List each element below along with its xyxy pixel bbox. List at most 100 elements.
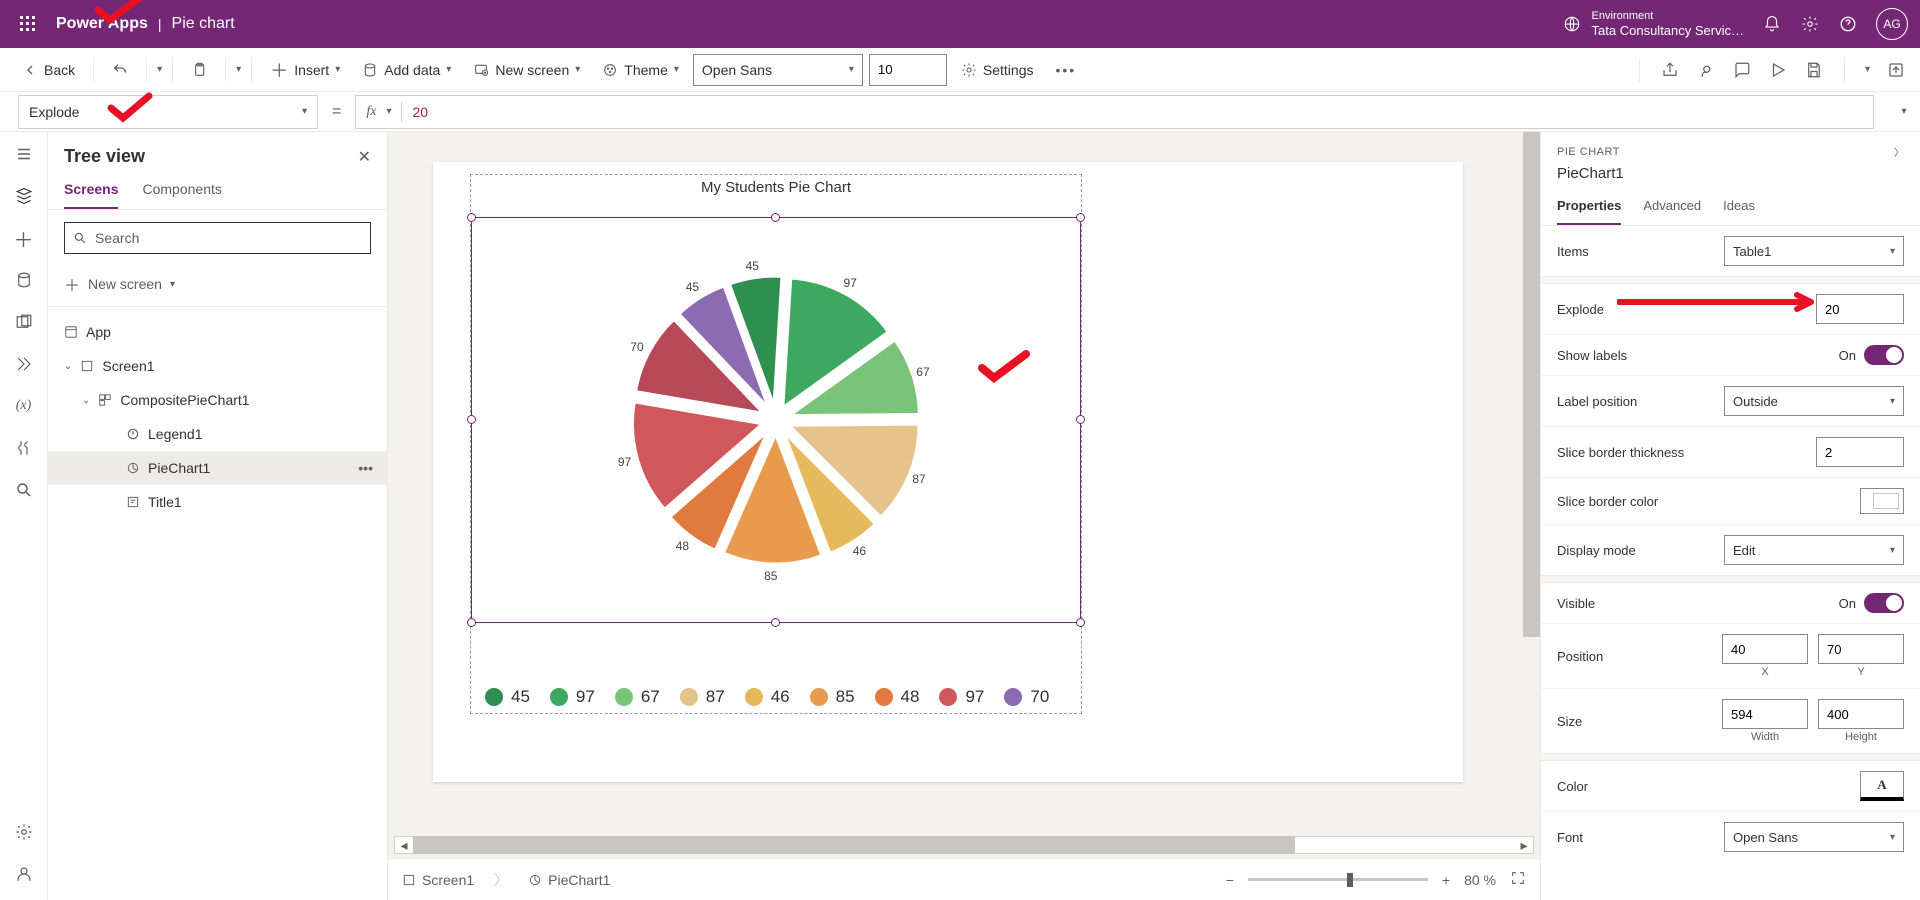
expand-formula-icon[interactable]: ▾	[1888, 106, 1920, 117]
legend-item: 85	[810, 687, 855, 707]
app-title: Power Apps	[56, 15, 148, 33]
rail-media-icon[interactable]	[12, 310, 36, 334]
close-tree-icon[interactable]: ✕	[358, 147, 371, 167]
prop-border-label: Slice border thickness	[1557, 445, 1684, 460]
canvas-h-scrollbar[interactable]: ◂▸	[394, 836, 1534, 854]
rail-settings-icon[interactable]	[12, 820, 36, 844]
prop-font-select[interactable]: Open Sans▾	[1724, 822, 1904, 852]
tab-screens[interactable]: Screens	[64, 173, 118, 209]
tree-node-composite[interactable]: ⌄CompositePieChart1	[48, 383, 387, 417]
legend-item: 45	[485, 687, 530, 707]
pie-slice-label: 97	[843, 276, 856, 290]
rail-search-icon[interactable]	[12, 478, 36, 502]
pie-slice-label: 97	[618, 455, 631, 469]
tree-node-title[interactable]: Title1	[48, 485, 387, 519]
tree-node-piechart[interactable]: PieChart1•••	[48, 451, 387, 485]
ptab-properties[interactable]: Properties	[1557, 192, 1621, 225]
settings-button[interactable]: Settings	[953, 58, 1042, 82]
zoom-slider[interactable]	[1248, 878, 1428, 881]
rail-tools-icon[interactable]	[12, 436, 36, 460]
prop-showlabels-label: Show labels	[1557, 348, 1627, 363]
theme-button[interactable]: Theme▾	[594, 58, 687, 82]
settings-gear-icon[interactable]	[1800, 14, 1820, 34]
tree-node-screen1[interactable]: ⌄Screen1	[48, 349, 387, 383]
save-icon[interactable]	[1804, 60, 1824, 80]
tree-node-more-icon[interactable]: •••	[358, 460, 373, 476]
tree-search-input[interactable]: Search	[64, 222, 371, 254]
breadcrumb-screen[interactable]: Screen1	[402, 872, 474, 888]
prop-width-input[interactable]	[1722, 699, 1808, 729]
app-subtitle: Pie chart	[172, 15, 235, 33]
font-select[interactable]: Open Sans▾	[693, 54, 863, 86]
add-data-button[interactable]: Add data▾	[354, 58, 459, 82]
prop-displaymode-select[interactable]: Edit▾	[1724, 535, 1904, 565]
zoom-in-icon[interactable]: +	[1442, 872, 1450, 888]
formula-input[interactable]: fx▾ 20	[355, 95, 1874, 129]
piechart-selection[interactable]: 45976787468548977045	[471, 217, 1081, 623]
prop-color-picker[interactable]: A	[1860, 771, 1904, 801]
prop-bordercolor-picker[interactable]	[1860, 488, 1904, 514]
more-button[interactable]: •••	[1047, 58, 1084, 82]
undo-chevron-icon[interactable]: ▾	[157, 64, 162, 75]
publish-icon[interactable]	[1886, 60, 1906, 80]
ptab-ideas[interactable]: Ideas	[1723, 192, 1755, 225]
ptab-advanced[interactable]: Advanced	[1643, 192, 1701, 225]
help-icon[interactable]	[1838, 14, 1858, 34]
props-expand-icon[interactable]: 〉	[1894, 144, 1904, 159]
back-button[interactable]: Back	[14, 58, 83, 82]
comments-icon[interactable]	[1732, 60, 1752, 80]
composite-selection[interactable]: My Students Pie Chart 459767874685489770…	[470, 174, 1082, 714]
prop-explode-input[interactable]	[1816, 294, 1904, 324]
user-avatar[interactable]: AG	[1876, 8, 1908, 40]
legend-swatch	[810, 688, 828, 706]
tab-components[interactable]: Components	[142, 173, 221, 209]
legend-label: 87	[706, 687, 725, 707]
breadcrumb-piechart[interactable]: PieChart1	[528, 872, 610, 888]
canvas-v-scrollbar[interactable]	[1523, 132, 1540, 854]
rail-tree-icon[interactable]	[12, 184, 36, 208]
env-name: Tata Consultancy Servic…	[1592, 23, 1744, 39]
canvas-screen[interactable]: My Students Pie Chart 459767874685489770…	[433, 162, 1463, 782]
legend-item: 70	[1004, 687, 1049, 707]
share-icon[interactable]	[1660, 60, 1680, 80]
rail-virtual-agent-icon[interactable]	[12, 862, 36, 886]
rail-hamburger-icon[interactable]	[12, 142, 36, 166]
checker-icon[interactable]	[1696, 60, 1716, 80]
fit-screen-icon[interactable]	[1510, 870, 1526, 889]
prop-showlabels-toggle[interactable]	[1864, 345, 1904, 365]
paste-button[interactable]	[183, 58, 215, 82]
rail-insert-icon[interactable]: ＋	[12, 226, 36, 250]
legend-label: 46	[771, 687, 790, 707]
tree-new-screen-button[interactable]: ＋New screen▾	[48, 266, 387, 302]
theme-label: Theme	[624, 62, 668, 78]
prop-visible-toggle[interactable]	[1864, 593, 1904, 613]
play-icon[interactable]	[1768, 60, 1788, 80]
legend-label: 97	[576, 687, 595, 707]
property-select[interactable]: Explode ▾	[18, 95, 318, 129]
legend-label: 48	[901, 687, 920, 707]
prop-height-input[interactable]	[1818, 699, 1904, 729]
new-screen-button[interactable]: New screen▾	[465, 58, 588, 82]
paste-chevron-icon[interactable]: ▾	[236, 64, 241, 75]
font-size-input[interactable]	[869, 54, 947, 86]
rail-variables-icon[interactable]: (x)	[12, 394, 36, 418]
prop-labelpos-select[interactable]: Outside▾	[1724, 386, 1904, 416]
save-chevron-icon[interactable]: ▾	[1865, 64, 1870, 75]
zoom-out-icon[interactable]: −	[1226, 872, 1234, 888]
prop-items-select[interactable]: Table1▾	[1724, 236, 1904, 266]
insert-button[interactable]: ＋Insert▾	[262, 53, 348, 87]
pie-slice-label: 46	[853, 544, 866, 558]
undo-button[interactable]	[104, 58, 136, 82]
rail-flows-icon[interactable]	[12, 352, 36, 376]
notifications-icon[interactable]	[1762, 14, 1782, 34]
canvas-area[interactable]: My Students Pie Chart 459767874685489770…	[388, 132, 1540, 900]
prop-pos-y-input[interactable]	[1818, 634, 1904, 664]
tree-node-app[interactable]: App	[48, 315, 387, 349]
tree-title: Tree view	[64, 146, 145, 167]
rail-data-icon[interactable]	[12, 268, 36, 292]
prop-border-input[interactable]	[1816, 437, 1904, 467]
tree-node-legend[interactable]: Legend1	[48, 417, 387, 451]
waffle-icon[interactable]	[12, 16, 44, 32]
environment-picker[interactable]: Environment Tata Consultancy Servic…	[1562, 10, 1744, 39]
prop-pos-x-input[interactable]	[1722, 634, 1808, 664]
